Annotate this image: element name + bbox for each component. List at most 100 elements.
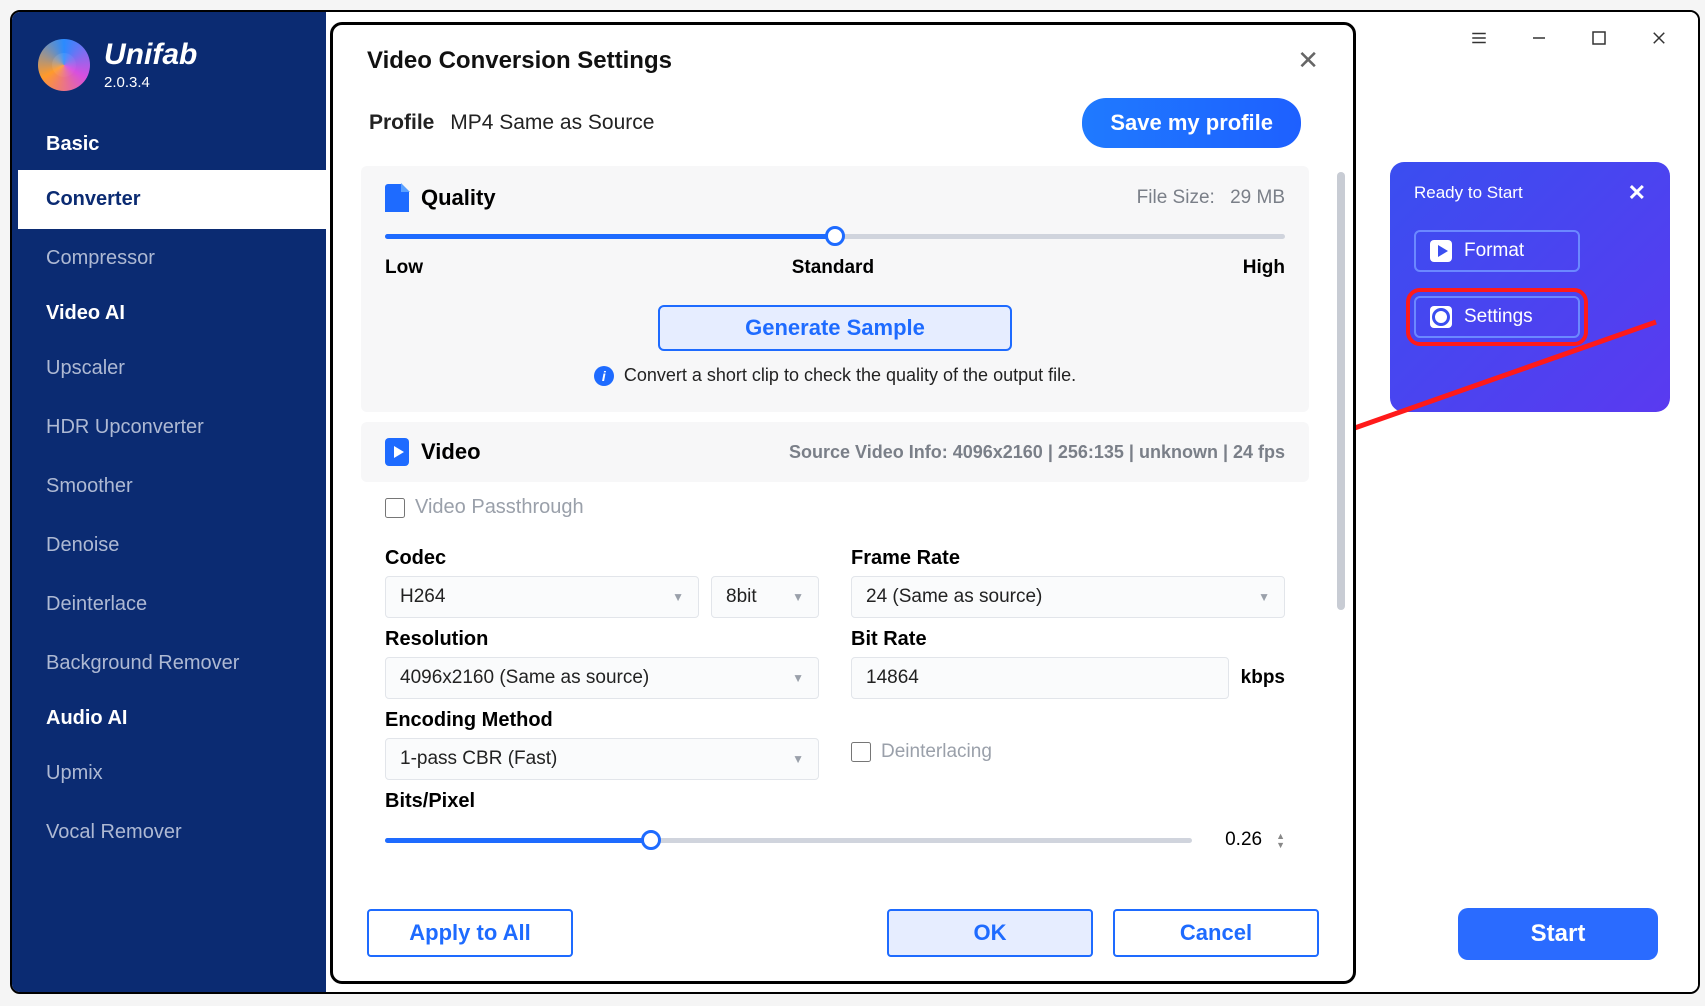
chevron-down-icon: ▼: [792, 752, 804, 766]
quality-title: Quality: [421, 185, 496, 211]
bitspixel-stepper[interactable]: ▲ ▼: [1276, 832, 1285, 849]
maximize-icon[interactable]: [1584, 23, 1614, 53]
task-close-icon[interactable]: ✕: [1628, 180, 1646, 206]
codec-label: Codec: [385, 547, 819, 570]
document-icon: [385, 184, 409, 212]
info-icon: i: [594, 366, 614, 386]
scrollbar-thumb[interactable]: [1337, 172, 1345, 610]
format-button-label: Format: [1464, 240, 1524, 262]
codec-value: H264: [400, 586, 445, 608]
settings-button[interactable]: Settings: [1414, 296, 1580, 338]
bitspixel-label: Bits/Pixel: [385, 790, 819, 813]
video-form: Video Passthrough Codec H264 ▼: [361, 482, 1309, 865]
sidebar-item-upmix[interactable]: Upmix: [12, 744, 326, 803]
video-title: Video: [421, 439, 481, 465]
app-logo-icon: [38, 39, 90, 91]
generate-sample-button[interactable]: Generate Sample: [658, 305, 1012, 351]
filesize-label: File Size:: [1137, 187, 1215, 208]
brand-version: 2.0.3.4: [104, 74, 197, 91]
quality-low-label: Low: [385, 257, 423, 279]
play-icon: [1430, 240, 1452, 262]
framerate-value: 24 (Same as source): [866, 586, 1042, 608]
sidebar-header-video-ai: Video AI: [12, 288, 326, 339]
bitrate-input[interactable]: 14864: [851, 657, 1229, 699]
codec-select[interactable]: H264 ▼: [385, 576, 699, 618]
framerate-label: Frame Rate: [851, 547, 1285, 570]
bitdepth-value: 8bit: [726, 586, 757, 608]
modal-title: Video Conversion Settings: [367, 47, 672, 75]
stepper-up-icon[interactable]: ▲: [1276, 832, 1285, 840]
checkbox-icon[interactable]: [851, 742, 871, 762]
chevron-down-icon: ▼: [672, 590, 684, 604]
checkbox-icon[interactable]: [385, 498, 405, 518]
resolution-value: 4096x2160 (Same as source): [400, 667, 649, 689]
slider-thumb-icon[interactable]: [825, 226, 845, 246]
modal-close-icon[interactable]: ✕: [1297, 45, 1319, 76]
task-card: Ready to Start ✕ Format Settings: [1390, 162, 1670, 412]
brand-name: Unifab: [104, 38, 197, 72]
sidebar-item-denoise[interactable]: Denoise: [12, 516, 326, 575]
sidebar-header-audio-ai: Audio AI: [12, 693, 326, 744]
resolution-select[interactable]: 4096x2160 (Same as source) ▼: [385, 657, 819, 699]
close-window-icon[interactable]: [1644, 23, 1674, 53]
apply-to-all-button[interactable]: Apply to All: [367, 909, 573, 957]
sidebar-header-basic: Basic: [12, 119, 326, 170]
profile-display: Profile MP4 Same as Source: [369, 111, 654, 135]
filesize-value: 29 MB: [1230, 187, 1285, 208]
deinterlacing-checkbox[interactable]: Deinterlacing: [851, 741, 1285, 763]
sidebar-item-hdr-upconverter[interactable]: HDR Upconverter: [12, 398, 326, 457]
video-passthrough-label: Video Passthrough: [415, 496, 584, 519]
sidebar-item-smoother[interactable]: Smoother: [12, 457, 326, 516]
encoding-select[interactable]: 1-pass CBR (Fast) ▼: [385, 738, 819, 780]
bitrate-unit: kbps: [1241, 667, 1285, 689]
video-play-icon: [385, 438, 409, 466]
chevron-down-icon: ▼: [1258, 590, 1270, 604]
stepper-down-icon[interactable]: ▼: [1276, 841, 1285, 849]
profile-label: Profile: [369, 111, 434, 134]
chevron-down-icon: ▼: [792, 671, 804, 685]
profile-value: MP4 Same as Source: [450, 111, 654, 134]
quality-standard-label: Standard: [792, 257, 874, 279]
bitdepth-select[interactable]: 8bit ▼: [711, 576, 819, 618]
save-profile-button[interactable]: Save my profile: [1082, 98, 1301, 148]
format-button[interactable]: Format: [1414, 230, 1580, 272]
start-button[interactable]: Start: [1458, 908, 1658, 960]
hint-text: Convert a short clip to check the qualit…: [624, 365, 1076, 386]
framerate-select[interactable]: 24 (Same as source) ▼: [851, 576, 1285, 618]
titlebar: [1464, 12, 1698, 64]
quality-section: Quality File Size: 29 MB Low: [361, 166, 1309, 412]
brand: Unifab 2.0.3.4: [12, 32, 326, 119]
modal-footer: Apply to All OK Cancel: [333, 897, 1353, 981]
modal-scrollbar[interactable]: [1337, 172, 1345, 897]
bitrate-label: Bit Rate: [851, 628, 1285, 651]
sidebar-item-upscaler[interactable]: Upscaler: [12, 339, 326, 398]
ok-button[interactable]: OK: [887, 909, 1093, 957]
bitspixel-value: 0.26: [1206, 829, 1262, 851]
cancel-button[interactable]: Cancel: [1113, 909, 1319, 957]
encoding-value: 1-pass CBR (Fast): [400, 748, 557, 770]
sidebar-item-background-remover[interactable]: Background Remover: [12, 634, 326, 693]
settings-modal: Video Conversion Settings ✕ Profile MP4 …: [330, 22, 1356, 984]
bitrate-value: 14864: [866, 667, 919, 689]
chevron-down-icon: ▼: [792, 590, 804, 604]
sidebar-item-vocal-remover[interactable]: Vocal Remover: [12, 803, 326, 862]
deinterlacing-label: Deinterlacing: [881, 741, 992, 763]
source-video-info: Source Video Info: 4096x2160 | 256:135 |…: [789, 442, 1285, 463]
resolution-label: Resolution: [385, 628, 819, 651]
slider-thumb-icon[interactable]: [641, 830, 661, 850]
task-status: Ready to Start: [1414, 183, 1523, 203]
settings-button-label: Settings: [1464, 306, 1533, 328]
app-window: Unifab 2.0.3.4 Basic Converter Compresso…: [10, 10, 1700, 994]
sidebar-item-deinterlace[interactable]: Deinterlace: [12, 575, 326, 634]
sidebar-item-compressor[interactable]: Compressor: [12, 229, 326, 288]
bitspixel-slider[interactable]: [385, 830, 1192, 850]
quality-high-label: High: [1243, 257, 1285, 279]
sidebar: Unifab 2.0.3.4 Basic Converter Compresso…: [12, 12, 326, 992]
gear-icon: [1430, 306, 1452, 328]
quality-slider[interactable]: Low Standard High: [385, 234, 1285, 279]
minimize-icon[interactable]: [1524, 23, 1554, 53]
video-passthrough-checkbox[interactable]: Video Passthrough: [385, 496, 1285, 519]
encoding-label: Encoding Method: [385, 709, 819, 732]
sidebar-item-converter[interactable]: Converter: [12, 170, 326, 229]
menu-icon[interactable]: [1464, 23, 1494, 53]
